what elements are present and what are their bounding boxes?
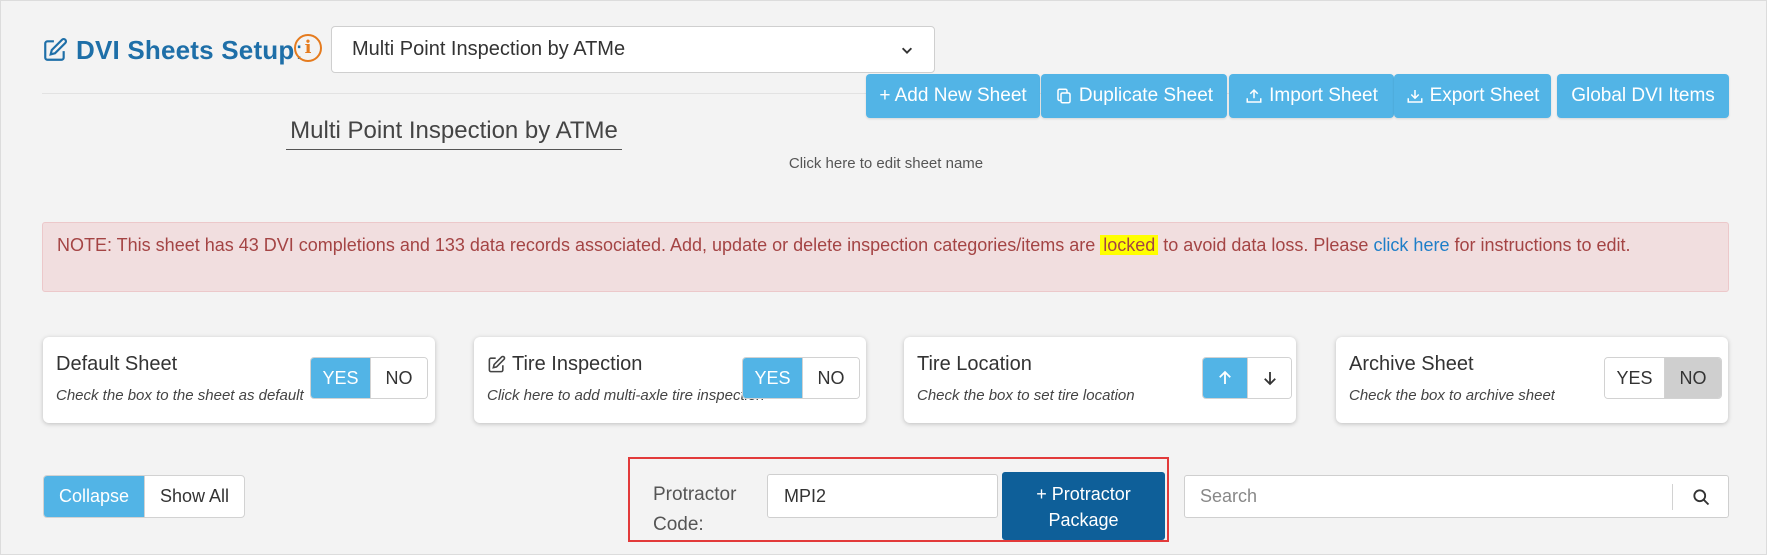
upload-icon <box>1246 88 1262 103</box>
duplicate-sheet-button[interactable]: Duplicate Sheet <box>1041 74 1227 118</box>
edit-icon <box>44 38 67 61</box>
info-circle-icon[interactable]: i <box>294 34 322 62</box>
archive-sheet-no-button[interactable]: NO <box>1664 358 1721 398</box>
export-sheet-button[interactable]: Export Sheet <box>1394 74 1551 118</box>
archive-sheet-title-text: Archive Sheet <box>1349 353 1474 375</box>
alert-text-after: for instructions to edit. <box>1449 235 1631 255</box>
protractor-package-button[interactable]: + Protractor Package <box>1002 472 1165 540</box>
add-new-sheet-label: + Add New Sheet <box>879 85 1027 106</box>
sheet-select-value: Multi Point Inspection by ATMe <box>352 38 626 60</box>
add-new-sheet-button[interactable]: + Add New Sheet <box>866 74 1040 118</box>
protractor-code-value: MPI2 <box>784 485 827 506</box>
tire-location-toggle <box>1202 357 1292 399</box>
arrow-up-icon <box>1219 370 1231 384</box>
default-sheet-subtitle: Check the box to the sheet as default <box>56 387 304 404</box>
alert-text-middle: to avoid data loss. Please <box>1158 235 1374 255</box>
default-sheet-title: Default Sheet <box>56 353 177 376</box>
tire-location-card: Tire Location Check the box to set tire … <box>904 337 1296 423</box>
download-icon <box>1407 90 1423 103</box>
import-sheet-button[interactable]: Import Sheet <box>1229 74 1394 118</box>
protractor-button-line2: Package <box>1048 510 1119 530</box>
tire-location-title: Tire Location <box>917 353 1032 376</box>
sheet-name[interactable]: Multi Point Inspection by ATMe <box>286 114 622 150</box>
tire-inspection-subtitle[interactable]: Click here to add multi-axle tire inspec… <box>487 387 767 404</box>
tire-inspection-no-button[interactable]: NO <box>802 358 859 398</box>
tire-inspection-title-text: Tire Inspection <box>512 353 643 375</box>
export-sheet-label: Export Sheet <box>1429 85 1540 106</box>
page-title-text: DVI Sheets Setup <box>76 34 295 65</box>
collapse-button[interactable]: Collapse <box>44 476 144 517</box>
archive-sheet-title: Archive Sheet <box>1349 353 1474 376</box>
copy-icon <box>1057 88 1071 104</box>
default-sheet-card: Default Sheet Check the box to the sheet… <box>43 337 435 423</box>
import-sheet-label: Import Sheet <box>1269 85 1378 106</box>
page-title: DVI Sheets Setup : <box>42 30 303 70</box>
tire-inspection-toggle: YES NO <box>742 357 860 399</box>
archive-sheet-card: Archive Sheet Check the box to archive s… <box>1336 337 1728 423</box>
tire-location-title-text: Tire Location <box>917 353 1032 375</box>
protractor-code-label: Protractor Code: <box>653 480 753 540</box>
default-sheet-title-text: Default Sheet <box>56 353 178 375</box>
sheet-select[interactable]: Multi Point Inspection by ATMe <box>331 26 935 73</box>
tire-location-subtitle: Check the box to set tire location <box>917 387 1135 404</box>
arrow-down-icon <box>1263 372 1276 386</box>
tire-inspection-card: Tire Inspection Click here to add multi-… <box>474 337 866 423</box>
alert-text-before: NOTE: This sheet has 43 DVI completions … <box>57 235 1101 255</box>
tire-inspection-yes-button[interactable]: YES <box>743 358 802 398</box>
locked-highlight: locked <box>1100 235 1159 255</box>
duplicate-sheet-label: Duplicate Sheet <box>1078 85 1214 106</box>
instructions-link[interactable]: click here <box>1373 235 1449 255</box>
show-all-button[interactable]: Show All <box>144 476 244 517</box>
view-toggle-group: Collapse Show All <box>43 475 245 518</box>
default-sheet-yes-button[interactable]: YES <box>311 358 370 398</box>
default-sheet-no-button[interactable]: NO <box>370 358 427 398</box>
archive-sheet-subtitle: Check the box to archive sheet <box>1349 387 1555 404</box>
protractor-button-line1: + Protractor <box>1036 484 1131 504</box>
default-sheet-toggle: YES NO <box>310 357 428 399</box>
tire-location-down-button[interactable] <box>1247 358 1291 398</box>
chevron-down-icon <box>901 47 913 54</box>
search-button[interactable] <box>1672 483 1728 510</box>
global-dvi-items-button[interactable]: Global DVI Items <box>1557 74 1729 118</box>
protractor-label-line2: Code: <box>653 514 704 535</box>
archive-sheet-toggle: YES NO <box>1604 357 1722 399</box>
locked-notice-alert: NOTE: This sheet has 43 DVI completions … <box>42 222 1729 292</box>
tire-inspection-title[interactable]: Tire Inspection <box>487 353 642 376</box>
archive-sheet-yes-button[interactable]: YES <box>1605 358 1664 398</box>
search-box: Search <box>1184 475 1729 518</box>
search-icon <box>1692 488 1709 505</box>
tire-location-up-button[interactable] <box>1203 358 1247 398</box>
protractor-code-input[interactable]: MPI2 <box>767 474 998 518</box>
sheet-name-hint[interactable]: Click here to edit sheet name <box>700 155 1072 172</box>
protractor-label-line1: Protractor <box>653 484 737 505</box>
edit-icon <box>488 355 506 373</box>
global-dvi-items-label: Global DVI Items <box>1571 85 1715 106</box>
search-input[interactable]: Search <box>1185 486 1672 507</box>
